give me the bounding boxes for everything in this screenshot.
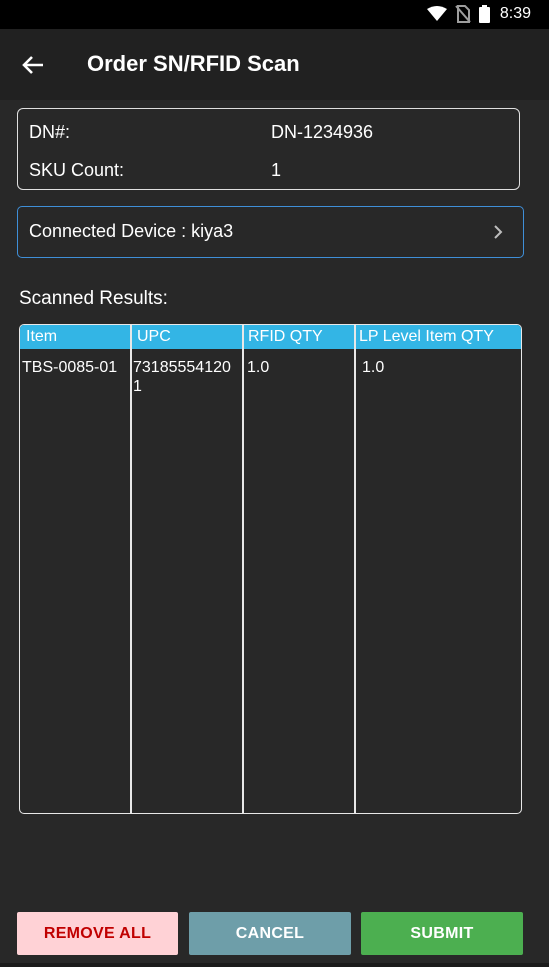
order-info-card: DN#: DN-1234936 SKU Count: 1 <box>17 108 520 190</box>
sku-count-value: 1 <box>271 160 282 180</box>
connected-device-label: Connected Device : kiya3 <box>29 221 234 241</box>
scanned-results-table: Item UPC RFID QTY LP Level Item QTY TBS-… <box>19 324 522 814</box>
no-sim-icon <box>455 5 471 23</box>
back-button[interactable] <box>14 46 52 84</box>
status-icons: 8:39 <box>426 5 531 23</box>
column-divider <box>130 325 132 813</box>
status-time: 8:39 <box>499 5 531 22</box>
cell-upc: 73185554120 1 <box>133 358 231 396</box>
navigation-bar-edge <box>0 963 549 967</box>
wifi-icon <box>426 6 447 21</box>
dn-label: DN#: <box>29 122 71 142</box>
battery-icon <box>478 5 490 23</box>
status-bar: 8:39 <box>0 0 549 29</box>
column-header-lp-level-item-qty: LP Level Item QTY <box>359 328 494 345</box>
cell-rfid-qty: 1.0 <box>247 359 270 376</box>
cancel-button[interactable]: CANCEL <box>189 912 351 955</box>
submit-button[interactable]: SUBMIT <box>361 912 523 955</box>
cell-lp-level-item-qty: 1.0 <box>362 359 385 376</box>
scanned-results-heading: Scanned Results: <box>19 288 168 309</box>
cell-upc-line-1: 73185554120 <box>133 359 231 376</box>
sku-count-label: SKU Count: <box>29 160 125 180</box>
column-header-upc: UPC <box>137 328 171 345</box>
page-title: Order SN/RFID Scan <box>87 51 300 76</box>
dn-value: DN-1234936 <box>271 122 374 142</box>
cell-upc-line-2: 1 <box>133 378 142 395</box>
column-header-item: Item <box>26 328 58 345</box>
chevron-right-icon <box>494 225 503 239</box>
column-divider <box>354 325 356 813</box>
arrow-left-icon <box>22 56 43 74</box>
remove-all-button[interactable]: REMOVE ALL <box>17 912 178 955</box>
cell-item: TBS-0085-01 <box>22 359 118 376</box>
connected-device-row[interactable]: Connected Device : kiya3 <box>17 206 524 258</box>
column-divider <box>242 325 244 813</box>
app-bar: Order SN/RFID Scan <box>0 29 549 100</box>
column-header-rfid-qty: RFID QTY <box>248 328 323 345</box>
